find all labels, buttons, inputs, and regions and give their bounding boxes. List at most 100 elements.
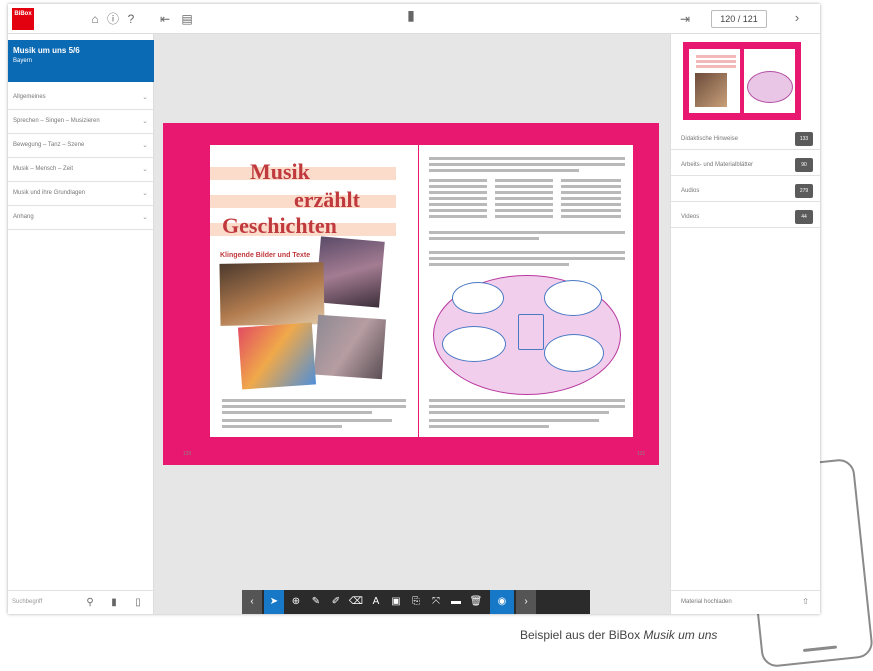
- book-spread[interactable]: Musik erzählt Geschichten Klingende Bild…: [163, 123, 659, 465]
- search-icon[interactable]: ⚲: [84, 596, 96, 610]
- eraser-icon[interactable]: ⌫: [346, 590, 366, 614]
- caption-title: Musik um uns: [643, 628, 718, 642]
- page-thumbnail[interactable]: [683, 42, 801, 120]
- tool-bar: ‹ ➤ ⊕ ✎ ✐ ⌫ A ▣ ⎘ ⤧ ▬ 🗑 ◉ ›: [242, 590, 590, 614]
- visibility-icon[interactable]: ◉: [490, 590, 514, 614]
- sidebar-item-anhang[interactable]: Anhang ⌄: [8, 206, 154, 230]
- friends-photo: [237, 322, 317, 390]
- upload-material-button[interactable]: Material hochladen ⇧: [671, 590, 820, 614]
- collapse-sidebar-icon[interactable]: ⇤: [158, 12, 172, 26]
- sidebar-item-allgemeines[interactable]: Allgemeines ⌄: [8, 86, 154, 110]
- material-audios[interactable]: Audios 279: [671, 180, 820, 202]
- bibox-app-window: BiBox ⌂ ⓘ ? ⇤ ▤ ▮ ⇥ 120 / 121 › Musik um…: [8, 4, 820, 614]
- pen-icon[interactable]: ✎: [306, 590, 326, 614]
- material-arbeitsblaetter[interactable]: Arbeits- und Materialblätter 90: [671, 154, 820, 176]
- link-icon[interactable]: ⤧: [426, 590, 446, 614]
- material-count-badge: 133: [795, 132, 813, 146]
- gate-drawing: [518, 314, 544, 350]
- zoom-icon[interactable]: ⊕: [286, 590, 306, 614]
- home-icon[interactable]: ⌂: [88, 12, 102, 26]
- material-videos[interactable]: Videos 44: [671, 206, 820, 228]
- page-title-line1: Musik: [250, 159, 310, 184]
- chevron-down-icon: ⌄: [142, 166, 148, 173]
- speech-cloud: [452, 282, 504, 314]
- marker-icon[interactable]: ✐: [326, 590, 346, 614]
- sidebar-item-sprechen[interactable]: Sprechen – Singen – Musizieren ⌄: [8, 110, 154, 134]
- thumbnail-photo: [695, 73, 727, 107]
- mask-icon[interactable]: ▬: [446, 590, 466, 614]
- chevron-down-icon: ⌄: [142, 118, 148, 125]
- text-column: [561, 179, 621, 219]
- sidebar-item-bewegung[interactable]: Bewegung – Tanz – Szene ⌄: [8, 134, 154, 158]
- chevron-down-icon: ⌄: [142, 190, 148, 197]
- text-line: [429, 263, 569, 266]
- thumbnail-bubble: [747, 71, 793, 103]
- material-didaktische-hinweise[interactable]: Didaktische Hinweise 133: [671, 128, 820, 150]
- text-line: [429, 231, 625, 234]
- page-indicator[interactable]: 120 / 121: [711, 10, 767, 28]
- thumbnail-left-page: [689, 49, 740, 113]
- notes-icon[interactable]: ▯: [132, 596, 144, 610]
- text-line: [222, 411, 372, 414]
- sidebar-item-label: Sprechen – Singen – Musizieren: [13, 118, 100, 124]
- sidebar-item-musik-mensch-zeit[interactable]: Musik – Mensch – Zeit ⌄: [8, 158, 154, 182]
- materials-sidebar: Didaktische Hinweise 133 Arbeits- und Mat…: [670, 34, 820, 614]
- text-line: [222, 419, 392, 422]
- next-page-icon[interactable]: ›: [790, 11, 804, 25]
- document-icon[interactable]: ▤: [180, 12, 194, 26]
- upload-material-label: Material hochladen: [681, 599, 732, 605]
- book-subtitle: Bayern: [13, 58, 33, 64]
- sidebar-item-label: Allgemeines: [13, 94, 46, 100]
- sidebar-item-label: Musik – Mensch – Zeit: [13, 166, 74, 172]
- horses-photo: [219, 262, 325, 326]
- chevron-down-icon: ⌄: [142, 214, 148, 221]
- sunset-photo: [315, 236, 385, 308]
- bookmarks-icon[interactable]: ▮: [108, 596, 120, 610]
- speech-cloud: [442, 326, 506, 362]
- bibox-logo: BiBox: [12, 8, 34, 30]
- speech-cloud: [544, 280, 602, 316]
- right-page-number: 121: [637, 451, 646, 457]
- search-input[interactable]: Suchbegriff: [12, 591, 42, 613]
- sidebar-item-grundlagen[interactable]: Musik und ihre Grundlagen ⌄: [8, 182, 154, 206]
- material-count-badge: 279: [795, 184, 813, 198]
- left-page-number: 120: [183, 451, 192, 457]
- book-title: Musik um uns 5/6: [13, 46, 80, 55]
- caption-prefix: Beispiel aus der BiBox: [520, 628, 644, 642]
- material-label: Arbeits- und Materialblätter: [681, 162, 754, 168]
- sidebar-item-label: Anhang: [13, 214, 34, 220]
- page-title-line2: erzählt: [294, 187, 360, 212]
- text-line: [222, 399, 406, 402]
- note-icon[interactable]: ▣: [386, 590, 406, 614]
- info-icon[interactable]: ⓘ: [106, 12, 120, 26]
- thumbnail-right-page: [744, 49, 795, 113]
- text-line: [429, 251, 625, 254]
- material-label: Didaktische Hinweise: [681, 136, 739, 142]
- attach-icon[interactable]: ⎘: [406, 590, 426, 614]
- page-title-line3: Geschichten: [222, 213, 337, 238]
- book-header[interactable]: Musik um uns 5/6 Bayern: [8, 40, 154, 82]
- bookmark-icon[interactable]: ▮: [404, 8, 418, 22]
- trash-icon[interactable]: 🗑: [466, 590, 486, 614]
- text-column: [429, 179, 487, 219]
- text-line: [429, 411, 609, 414]
- top-bar: BiBox ⌂ ⓘ ? ⇤ ▤ ▮ ⇥ 120 / 121 ›: [8, 4, 820, 34]
- next-tool-page-icon[interactable]: ›: [516, 590, 536, 614]
- upload-icon: ⇧: [802, 597, 809, 606]
- material-count-badge: 44: [795, 210, 813, 224]
- child-photo: [313, 314, 387, 380]
- help-icon[interactable]: ?: [124, 12, 138, 26]
- chapter-sidebar: Musik um uns 5/6 Bayern Allgemeines ⌄ Spr…: [8, 34, 154, 614]
- text-line: [429, 257, 625, 260]
- text-line: [429, 419, 599, 422]
- collapse-right-icon[interactable]: ⇥: [678, 12, 692, 26]
- text-line: [429, 163, 625, 166]
- text-tool-icon[interactable]: A: [366, 590, 386, 614]
- text-line: [222, 425, 342, 428]
- chevron-down-icon: ⌄: [142, 94, 148, 101]
- previous-page-icon[interactable]: ‹: [242, 590, 262, 614]
- sidebar-item-label: Musik und ihre Grundlagen: [13, 190, 86, 196]
- pointer-tool-icon[interactable]: ➤: [264, 590, 284, 614]
- text-line: [222, 405, 406, 408]
- caption: Beispiel aus der BiBox Musik um uns: [520, 628, 717, 642]
